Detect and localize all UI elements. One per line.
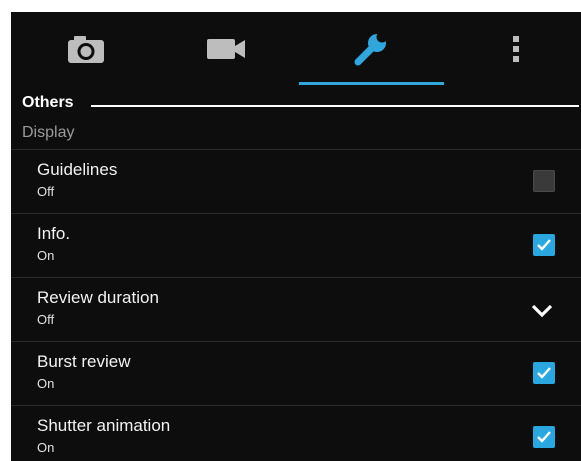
setting-row-shutter-animation[interactable]: Shutter animation On: [11, 406, 581, 461]
setting-value: On: [37, 376, 55, 391]
setting-value: Off: [37, 312, 55, 327]
setting-title: Burst review: [37, 352, 131, 371]
setting-row-review-duration[interactable]: Review duration Off: [11, 278, 581, 341]
tab-camera[interactable]: [41, 12, 131, 86]
info-checkbox[interactable]: [533, 234, 555, 256]
burst-review-checkbox[interactable]: [533, 362, 555, 384]
camera-settings-panel: Others Display Guidelines Off Info. On R…: [11, 12, 581, 461]
setting-row-burst-review[interactable]: Burst review On: [11, 342, 581, 405]
chevron-down-icon[interactable]: [530, 298, 554, 322]
tab-settings[interactable]: [326, 12, 416, 86]
camera-icon: [68, 36, 104, 63]
more-vert-icon: [513, 36, 519, 62]
wrench-icon: [354, 31, 388, 66]
tab-video[interactable]: [181, 12, 271, 86]
setting-row-guidelines[interactable]: Guidelines Off: [11, 150, 581, 213]
selected-tab-indicator: [299, 82, 444, 85]
setting-title: Guidelines: [37, 160, 118, 179]
setting-value: On: [37, 440, 55, 455]
setting-title: Shutter animation: [37, 416, 171, 435]
group-label: Display: [22, 124, 75, 141]
setting-title: Info.: [37, 224, 71, 243]
section-divider: [91, 105, 579, 107]
check-icon: [537, 367, 551, 379]
section-title: Others: [22, 94, 74, 111]
check-icon: [537, 239, 551, 251]
video-camera-icon: [207, 39, 245, 59]
setting-row-info[interactable]: Info. On: [11, 214, 581, 277]
shutter-animation-checkbox[interactable]: [533, 426, 555, 448]
check-icon: [537, 431, 551, 443]
settings-tab-bar: [11, 12, 581, 86]
setting-title: Review duration: [37, 288, 159, 307]
tab-more[interactable]: [491, 12, 541, 86]
guidelines-checkbox[interactable]: [533, 170, 555, 192]
setting-value: Off: [37, 184, 55, 199]
setting-value: On: [37, 248, 55, 263]
